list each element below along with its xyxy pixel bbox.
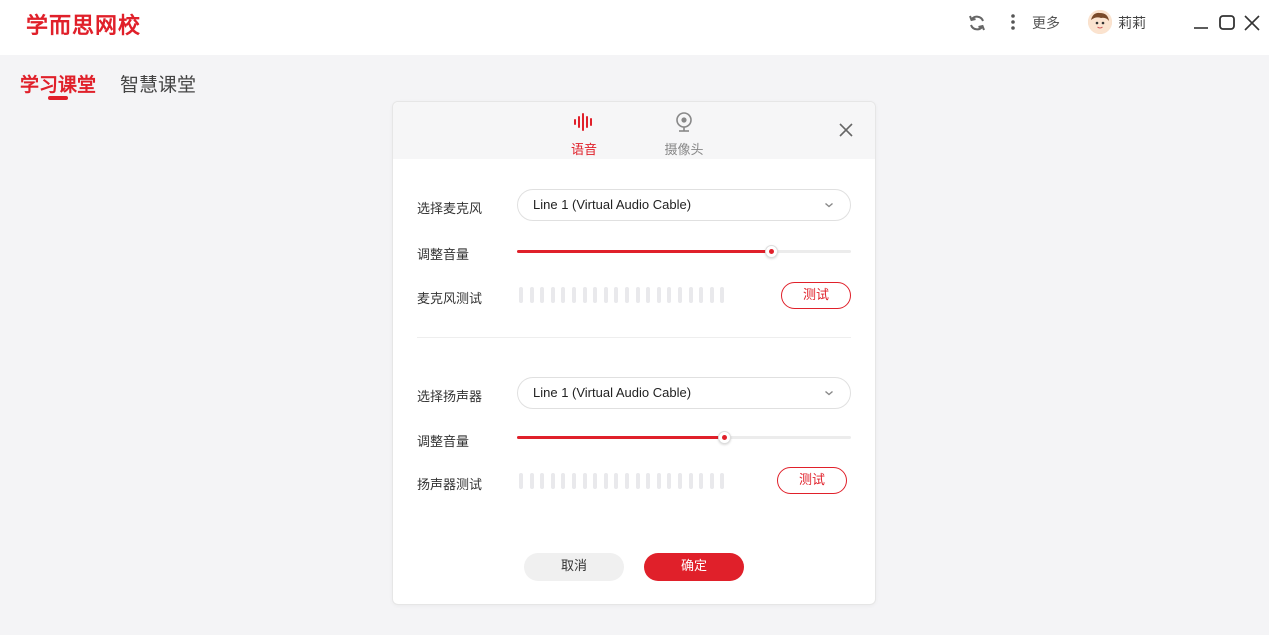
meter-bar: [646, 473, 651, 489]
minimize-icon[interactable]: [1192, 12, 1210, 34]
speaker-volume-label: 调整音量: [417, 435, 470, 450]
webcam-icon: [676, 112, 692, 132]
title-bar: 学而思网校 更多 莉莉: [0, 0, 1269, 55]
mic-select-value: Line 1 (Virtual Audio Cable): [533, 197, 692, 212]
more-vertical-icon[interactable]: [1005, 12, 1021, 34]
meter-bar: [540, 473, 545, 489]
slider-knob[interactable]: [764, 245, 778, 258]
meter-bar: [624, 287, 629, 303]
meter-bar: [519, 473, 523, 489]
meter-bar: [582, 287, 587, 303]
meter-bar: [603, 287, 608, 303]
meter-bar: [720, 287, 725, 303]
mic-test-label: 麦克风测试: [417, 292, 483, 307]
chevron-down-icon: [825, 390, 833, 396]
mic-volume-label: 调整音量: [417, 248, 470, 263]
chevron-down-icon: [825, 202, 833, 208]
maximize-icon[interactable]: [1217, 12, 1237, 34]
meter-bar: [635, 287, 640, 303]
mic-volume-slider[interactable]: [517, 244, 851, 258]
meter-bar: [667, 287, 672, 303]
meter-bar: [550, 473, 555, 489]
close-icon[interactable]: [1242, 12, 1262, 34]
speaker-select-value: Line 1 (Virtual Audio Cable): [533, 385, 692, 400]
speaker-test-label: 扬声器测试: [417, 478, 483, 493]
slider-knob[interactable]: [718, 431, 732, 444]
meter-bar: [540, 287, 545, 303]
dialog-close-icon[interactable]: [837, 121, 855, 139]
meter-bar: [720, 473, 725, 489]
meter-bar: [635, 473, 640, 489]
tab-voice-label: 语音: [570, 143, 597, 158]
slider-fill: [517, 436, 725, 439]
tab-learning-classroom[interactable]: 学习课堂: [20, 70, 96, 97]
tab-camera[interactable]: 摄像头: [654, 112, 714, 158]
meter-bar: [646, 287, 651, 303]
sound-wave-icon: [574, 113, 592, 131]
meter-bar: [688, 473, 693, 489]
meter-bar: [699, 287, 704, 303]
speaker-level-meter: [519, 473, 725, 489]
meter-bar: [593, 473, 598, 489]
speaker-select[interactable]: Line 1 (Virtual Audio Cable): [517, 377, 851, 409]
app-logo: 学而思网校: [26, 14, 142, 39]
meter-bar: [550, 287, 555, 303]
meter-bar: [603, 473, 608, 489]
meter-bar: [582, 473, 587, 489]
meter-bar: [561, 287, 566, 303]
mic-select[interactable]: Line 1 (Virtual Audio Cable): [517, 189, 851, 221]
mic-level-meter: [519, 287, 725, 303]
more-label[interactable]: 更多: [1032, 13, 1060, 33]
cancel-button[interactable]: 取消: [524, 553, 624, 581]
meter-bar: [699, 473, 704, 489]
tab-camera-label: 摄像头: [664, 143, 704, 158]
tab-voice[interactable]: 语音: [554, 112, 614, 158]
mic-test-button[interactable]: 测试: [781, 282, 851, 309]
meter-bar: [677, 473, 682, 489]
meter-bar: [624, 473, 629, 489]
speaker-volume-slider[interactable]: [517, 430, 851, 444]
active-tab-indicator: [48, 96, 68, 100]
meter-bar: [709, 473, 714, 489]
meter-bar: [561, 473, 566, 489]
meter-bar: [688, 287, 693, 303]
user-name[interactable]: 莉莉: [1118, 13, 1146, 33]
section-divider: [417, 337, 851, 338]
meter-bar: [529, 287, 534, 303]
meter-bar: [571, 287, 576, 303]
mic-select-label: 选择麦克风: [417, 202, 483, 217]
meter-bar: [656, 287, 661, 303]
meter-bar: [677, 287, 682, 303]
tab-smart-classroom[interactable]: 智慧课堂: [120, 70, 196, 97]
meter-bar: [709, 287, 714, 303]
meter-bar: [519, 287, 523, 303]
meter-bar: [529, 473, 534, 489]
meter-bar: [614, 473, 619, 489]
meter-bar: [571, 473, 576, 489]
speaker-select-label: 选择扬声器: [417, 390, 483, 405]
avatar[interactable]: [1088, 10, 1112, 34]
dialog-header: 语音 摄像头: [393, 102, 875, 159]
meter-bar: [614, 287, 619, 303]
meter-bar: [656, 473, 661, 489]
slider-fill: [517, 250, 771, 253]
avatar-face-icon: [1088, 10, 1112, 34]
device-settings-dialog: 语音 摄像头 选择麦克风 Line 1 (Virtual Audio Cable…: [392, 101, 876, 605]
confirm-button[interactable]: 确定: [644, 553, 744, 581]
refresh-icon[interactable]: [966, 12, 988, 34]
speaker-test-button[interactable]: 测试: [777, 467, 847, 494]
meter-bar: [667, 473, 672, 489]
meter-bar: [593, 287, 598, 303]
